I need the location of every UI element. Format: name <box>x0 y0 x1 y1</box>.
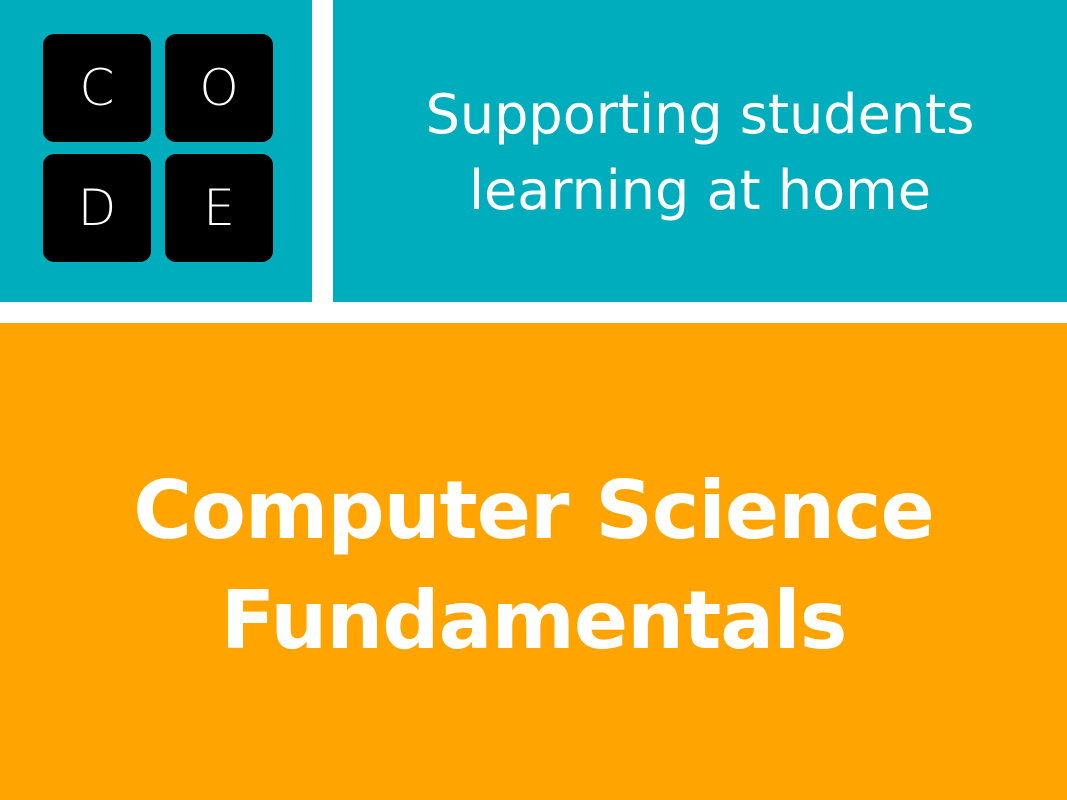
title-panel: Computer Science Fundamentals <box>0 323 1067 800</box>
course-title: Computer Science Fundamentals <box>133 456 934 676</box>
tagline-panel: Supporting students learning at home <box>333 0 1067 302</box>
logo-tile-c: C <box>43 34 151 142</box>
tagline: Supporting students learning at home <box>426 77 975 229</box>
course-title-line-2: Fundamentals <box>220 573 848 667</box>
logo-tile-e: E <box>165 154 273 262</box>
tagline-line-1: Supporting students <box>425 83 975 146</box>
course-title-line-1: Computer Science <box>133 463 934 557</box>
logo-tile-d: D <box>43 154 151 262</box>
code-logo: C O D E <box>0 0 312 302</box>
tagline-line-2: learning at home <box>469 159 931 222</box>
logo-tile-o: O <box>165 34 273 142</box>
